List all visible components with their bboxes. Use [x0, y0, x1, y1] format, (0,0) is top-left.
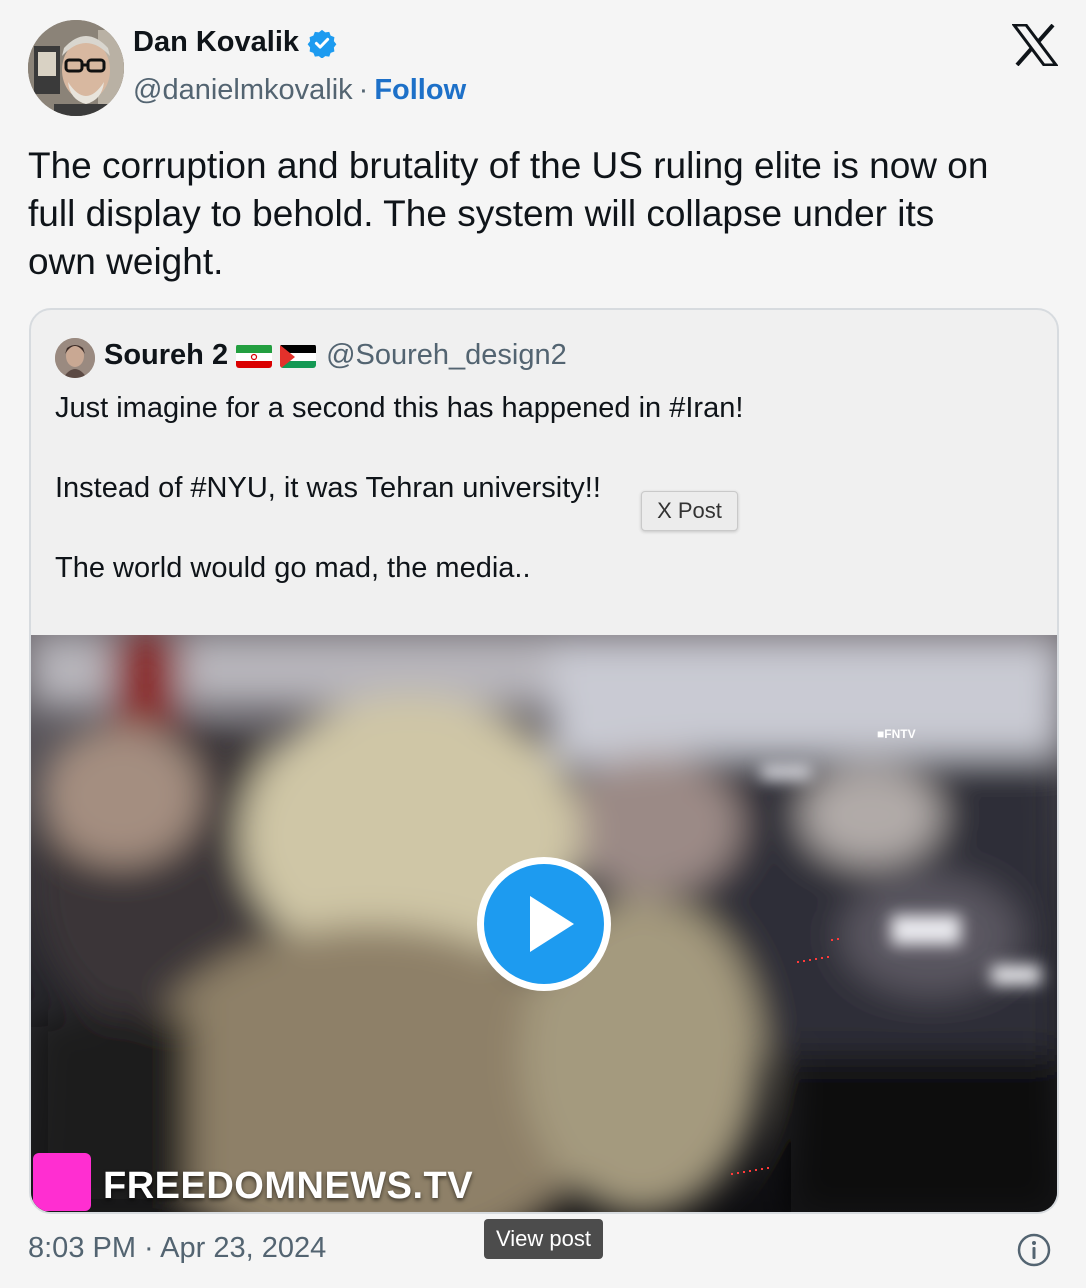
tweet-text-line: full display to behold. The system will …: [28, 193, 935, 234]
author-handle-row: @danielmkovalik · Follow: [133, 74, 466, 107]
quoted-author-handle: @Soureh_design2: [326, 339, 567, 371]
author-avatar[interactable]: [28, 20, 124, 116]
tweet-text-line: own weight.: [28, 241, 224, 282]
view-post-button[interactable]: View post: [484, 1219, 603, 1259]
tweet-timestamp[interactable]: 8:03 PM · Apr 23, 2024: [28, 1232, 326, 1265]
verified-badge-icon: [307, 28, 337, 59]
quoted-text-line: Just imagine for a second this has happe…: [55, 392, 744, 424]
video-player[interactable]: ■FNTV FREEDOMNEWS.TV: [31, 635, 1057, 1212]
tweet-text: The corruption and brutality of the US r…: [28, 142, 1068, 286]
quoted-text-line: Instead of #NYU, it was Tehran universit…: [55, 472, 601, 504]
quoted-author-avatar: [55, 338, 95, 378]
x-logo-icon[interactable]: [1011, 23, 1059, 67]
handle-separator: ·: [358, 74, 369, 106]
quoted-author-name: Soureh 2: [104, 339, 229, 371]
play-button[interactable]: [477, 857, 611, 991]
author-name-text: Dan Kovalik: [133, 26, 299, 58]
author-name[interactable]: Dan Kovalik: [133, 26, 337, 59]
iran-flag-icon: [236, 344, 273, 368]
author-handle[interactable]: @danielmkovalik: [133, 74, 353, 106]
palestine-flag-icon: [280, 344, 317, 368]
info-icon[interactable]: [1016, 1232, 1052, 1268]
fntv-label: ■FNTV: [877, 727, 916, 741]
tweet-embed-card: Dan Kovalik @danielmkovalik · Follow The c…: [0, 0, 1086, 1288]
watermark-logo-square: [33, 1153, 91, 1211]
x-post-tooltip: X Post: [641, 491, 738, 531]
video-watermark: FREEDOMNEWS.TV: [103, 1165, 474, 1207]
quoted-tweet[interactable]: Soureh 2 @Soureh_design2 Just imagine fo…: [29, 308, 1059, 1214]
quoted-author-name-row: Soureh 2 @Soureh_design2: [104, 339, 567, 372]
quoted-text-line: The world would go mad, the media..: [55, 552, 531, 584]
tweet-text-line: The corruption and brutality of the US r…: [28, 145, 989, 186]
follow-link[interactable]: Follow: [374, 74, 466, 106]
play-icon: [530, 896, 574, 952]
play-button-fill: [484, 864, 604, 984]
